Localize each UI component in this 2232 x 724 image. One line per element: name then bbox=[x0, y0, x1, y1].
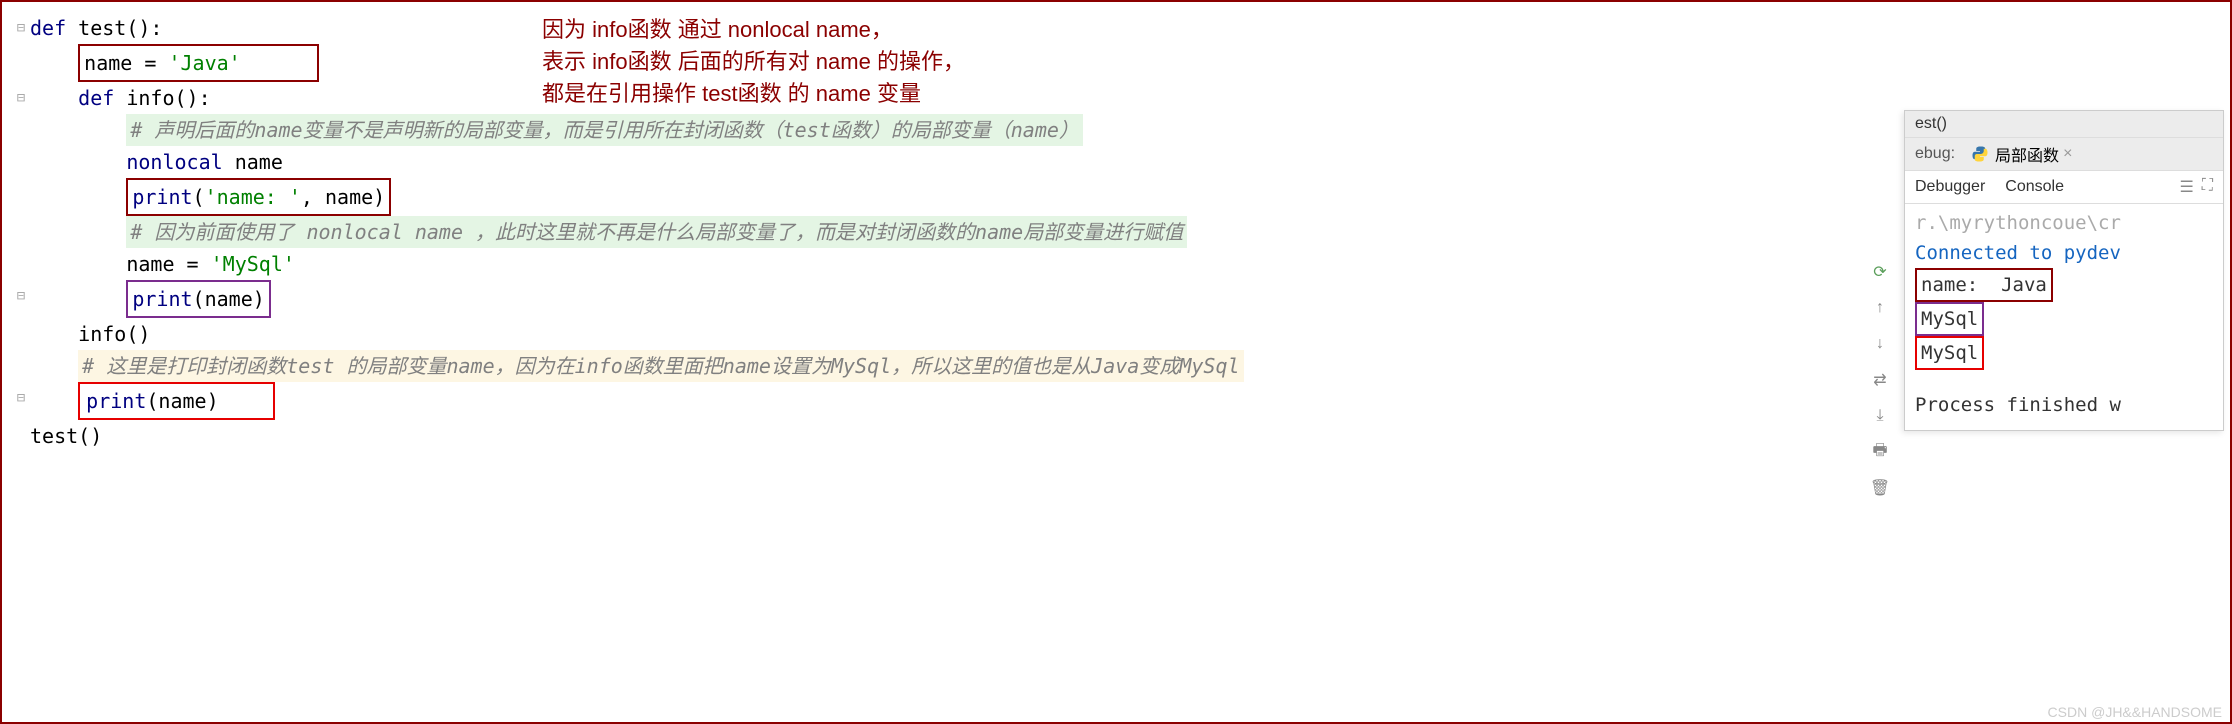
debug-subtabs: Debugger Console ☰ ⛶ bbox=[1905, 171, 2223, 204]
comment-line: # 声明后面的name变量不是声明新的局部变量，而是引用所在封闭函数（test函… bbox=[126, 114, 1083, 146]
highlighted-print-red: print(name) bbox=[78, 382, 275, 420]
keyword-nonlocal: nonlocal bbox=[126, 150, 222, 174]
fold-icon[interactable]: ⊟ bbox=[12, 280, 30, 312]
output-mysql-1: MySql bbox=[1915, 302, 1984, 336]
close-icon[interactable]: × bbox=[2063, 145, 2072, 163]
debug-tab-name[interactable]: 局部函数 bbox=[1995, 142, 2059, 166]
watermark: CSDN @JH&&HANDSOME bbox=[2048, 704, 2222, 720]
highlighted-print-purple: print(name) bbox=[126, 280, 270, 318]
up-arrow-icon[interactable]: ↑ bbox=[1869, 297, 1891, 319]
print-icon[interactable]: 🖶 bbox=[1869, 441, 1891, 463]
debug-panel: ⟳ ↑ ↓ ⇄ ⤓ 🖶 🗑 est() ebug: 局部函数 × Debugge… bbox=[1904, 110, 2224, 431]
console-line: r.\myrythoncoue\cr bbox=[1915, 208, 2213, 238]
filter-icon[interactable]: ☰ bbox=[2179, 177, 2193, 197]
tab-debugger[interactable]: Debugger bbox=[1915, 178, 1985, 196]
function-name: test bbox=[78, 16, 126, 40]
debug-label: ebug: bbox=[1915, 145, 1955, 163]
trash-icon[interactable]: 🗑 bbox=[1869, 477, 1891, 499]
comment-line: # 因为前面使用了 nonlocal name ，此时这里就不再是什么局部变量了… bbox=[126, 216, 1187, 248]
down-arrow-icon[interactable]: ↓ bbox=[1869, 333, 1891, 355]
console-line: Process finished w bbox=[1915, 390, 2213, 420]
output-name-java: name: Java bbox=[1915, 268, 2053, 302]
keyword-def: def bbox=[78, 86, 114, 110]
output-mysql-2: MySql bbox=[1915, 336, 1984, 370]
keyword-def: def bbox=[30, 16, 66, 40]
function-name: info bbox=[126, 86, 174, 110]
highlighted-assignment: name = 'Java' bbox=[78, 44, 319, 82]
breadcrumb: est() bbox=[1905, 111, 2223, 138]
rerun-icon[interactable]: ⟳ bbox=[1869, 261, 1891, 283]
comment-line: # 这里是打印封闭函数test 的局部变量name，因为在info函数里面把na… bbox=[78, 350, 1243, 382]
fold-icon[interactable]: ⊟ bbox=[12, 82, 30, 114]
code-editor[interactable]: ⊟def test(): name = 'Java' ⊟ def info():… bbox=[2, 2, 2230, 452]
wrap-icon[interactable]: ⇄ bbox=[1869, 369, 1891, 391]
expand-icon[interactable]: ⛶ bbox=[2202, 177, 2213, 197]
highlighted-print: print('name: ', name) bbox=[126, 178, 391, 216]
fold-icon[interactable]: ⊟ bbox=[12, 382, 30, 414]
tab-console[interactable]: Console bbox=[2005, 178, 2064, 196]
function-call: test() bbox=[30, 424, 102, 448]
console-output[interactable]: r.\myrythoncoue\cr Connected to pydev na… bbox=[1905, 204, 2223, 430]
scroll-to-end-icon[interactable]: ⤓ bbox=[1869, 405, 1891, 427]
debug-tab-bar: ebug: 局部函数 × bbox=[1905, 138, 2223, 171]
code-text: (): bbox=[126, 16, 162, 40]
function-call: info() bbox=[78, 322, 150, 346]
debug-side-toolbar: ⟳ ↑ ↓ ⇄ ⤓ 🖶 🗑 bbox=[1869, 261, 1891, 499]
fold-icon[interactable]: ⊟ bbox=[12, 12, 30, 44]
python-icon bbox=[1971, 145, 1989, 163]
console-line: Connected to pydev bbox=[1915, 238, 2213, 268]
annotation-text: 因为 info函数 通过 nonlocal name， 表示 info函数 后面… bbox=[542, 14, 965, 110]
